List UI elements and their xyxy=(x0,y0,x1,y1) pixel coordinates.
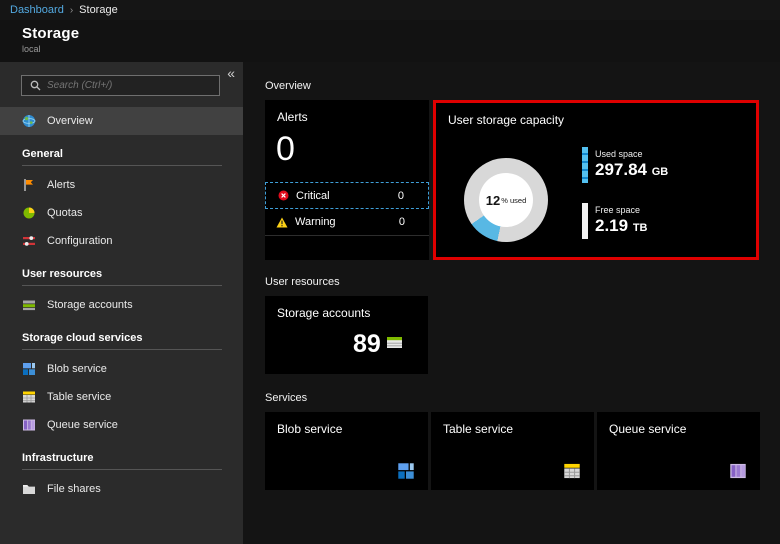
sidebar-item-quotas[interactable]: Quotas xyxy=(0,199,243,227)
blob-service-tile[interactable]: Blob service xyxy=(265,412,428,490)
user-resources-tiles-row: Storage accounts 89 xyxy=(265,296,758,374)
queue-icon xyxy=(22,418,36,432)
sidebar-item-label: Quotas xyxy=(47,207,82,219)
sidebar-item-alerts[interactable]: Alerts xyxy=(0,171,243,199)
table-service-tile-title: Table service xyxy=(443,422,513,436)
breadcrumb-dashboard[interactable]: Dashboard xyxy=(10,4,64,16)
divider xyxy=(22,165,222,166)
free-space-unit: TB xyxy=(633,222,648,234)
used-space-bar-icon xyxy=(582,147,588,183)
alert-row-label: Warning xyxy=(295,216,336,228)
page-title: Storage xyxy=(22,25,300,42)
divider xyxy=(22,285,222,286)
storage-capacity-donut-chart: 12 % used xyxy=(464,158,548,242)
collapse-sidebar-icon[interactable]: « xyxy=(227,66,235,80)
table-icon xyxy=(563,462,581,480)
sidebar-item-label: Storage accounts xyxy=(47,299,133,311)
used-space-unit: GB xyxy=(652,166,669,178)
storage-stack-icon xyxy=(22,298,36,312)
alert-row-label: Critical xyxy=(296,190,330,202)
services-tiles-row: Blob service Table service Queue service xyxy=(265,412,758,490)
sidebar-item-storage-accounts[interactable]: Storage accounts xyxy=(0,291,243,319)
queue-icon xyxy=(729,462,747,480)
blob-icon xyxy=(397,462,415,480)
sidebar-item-overview[interactable]: Overview xyxy=(0,107,243,135)
table-service-tile[interactable]: Table service xyxy=(431,412,594,490)
donut-center-label: 12 % used xyxy=(479,173,533,227)
queue-service-tile-title: Queue service xyxy=(609,422,686,436)
page-header: Storage local xyxy=(0,20,300,62)
search-input[interactable] xyxy=(47,80,213,91)
alert-rows: Critical 0 Warning 0 xyxy=(265,182,429,236)
user-storage-capacity-tile[interactable]: User storage capacity 12 % used Used spa… xyxy=(433,100,759,260)
sidebar-item-label: Queue service xyxy=(47,419,118,431)
alert-row-critical[interactable]: Critical 0 xyxy=(265,182,429,209)
main-content: Overview Alerts 0 Critical 0 xyxy=(243,62,780,544)
storage-accounts-tile[interactable]: Storage accounts 89 xyxy=(265,296,428,374)
alerts-tile[interactable]: Alerts 0 Critical 0 Warning xyxy=(265,100,429,260)
sidebar-item-configuration[interactable]: Configuration xyxy=(0,227,243,255)
storage-blade: Dashboard › Storage Storage local « Over… xyxy=(0,0,780,544)
page-subtitle: local xyxy=(22,44,300,54)
sidebar: « Overview General Alerts xyxy=(0,62,243,544)
alert-row-value: 0 xyxy=(398,190,417,202)
sidebar-section-title-user-resources: User resources xyxy=(22,268,221,280)
sidebar-item-label: Blob service xyxy=(47,363,107,375)
folder-icon xyxy=(22,482,36,496)
sidebar-item-file-shares[interactable]: File shares xyxy=(0,475,243,503)
globe-icon xyxy=(22,114,36,128)
sidebar-section-title-infrastructure: Infrastructure xyxy=(22,452,221,464)
percent-used-number: 12 xyxy=(486,193,500,208)
table-icon xyxy=(22,390,36,404)
free-space-label: Free space xyxy=(595,205,648,215)
alert-row-value: 0 xyxy=(399,216,418,228)
used-space-stat: Used space 297.84 GB xyxy=(582,147,668,183)
breadcrumb: Dashboard › Storage xyxy=(0,0,780,20)
capacity-tile-title: User storage capacity xyxy=(448,113,564,127)
sidebar-item-label: Table service xyxy=(47,391,111,403)
free-space-bar-icon xyxy=(582,203,588,239)
breadcrumb-separator-icon: › xyxy=(70,5,73,16)
free-space-value: 2.19 xyxy=(595,216,628,235)
storage-accounts-count: 89 xyxy=(353,332,381,357)
divider xyxy=(22,469,222,470)
sidebar-item-queue-service[interactable]: Queue service xyxy=(0,411,243,439)
sidebar-item-label: File shares xyxy=(47,483,101,495)
sliders-icon xyxy=(22,234,36,248)
percent-used-suffix: % used xyxy=(501,196,526,205)
divider xyxy=(22,349,222,350)
sidebar-nav: Overview General Alerts Quotas Co xyxy=(0,107,243,503)
quota-pie-icon xyxy=(22,206,36,220)
flag-icon xyxy=(22,178,36,192)
storage-sheet-icon xyxy=(386,335,403,355)
sidebar-item-label: Configuration xyxy=(47,235,112,247)
used-space-label: Used space xyxy=(595,149,668,159)
overview-tiles-row: Alerts 0 Critical 0 Warning xyxy=(265,100,758,260)
queue-service-tile[interactable]: Queue service xyxy=(597,412,760,490)
alert-row-warning[interactable]: Warning 0 xyxy=(265,209,429,236)
sidebar-item-label: Overview xyxy=(47,115,93,127)
breadcrumb-storage: Storage xyxy=(79,4,118,16)
free-space-stat: Free space 2.19 TB xyxy=(582,203,648,239)
blob-service-tile-title: Blob service xyxy=(277,422,342,436)
services-section-label: Services xyxy=(265,392,758,406)
sidebar-item-table-service[interactable]: Table service xyxy=(0,383,243,411)
used-space-value: 297.84 xyxy=(595,160,647,179)
warning-icon xyxy=(276,216,288,228)
search-icon xyxy=(28,79,42,93)
critical-icon xyxy=(277,190,289,202)
alerts-tile-title: Alerts xyxy=(277,110,308,124)
sidebar-item-label: Alerts xyxy=(47,179,75,191)
user-resources-section-label: User resources xyxy=(265,276,758,290)
storage-accounts-tile-title: Storage accounts xyxy=(277,306,370,320)
search-box[interactable] xyxy=(21,75,220,96)
sidebar-section-title-general: General xyxy=(22,148,221,160)
sidebar-item-blob-service[interactable]: Blob service xyxy=(0,355,243,383)
sidebar-section-title-storage-cloud-services: Storage cloud services xyxy=(22,332,221,344)
alerts-total-count: 0 xyxy=(276,130,295,169)
blob-icon xyxy=(22,362,36,376)
storage-accounts-count-group: 89 xyxy=(353,332,403,357)
overview-section-label: Overview xyxy=(265,80,758,94)
